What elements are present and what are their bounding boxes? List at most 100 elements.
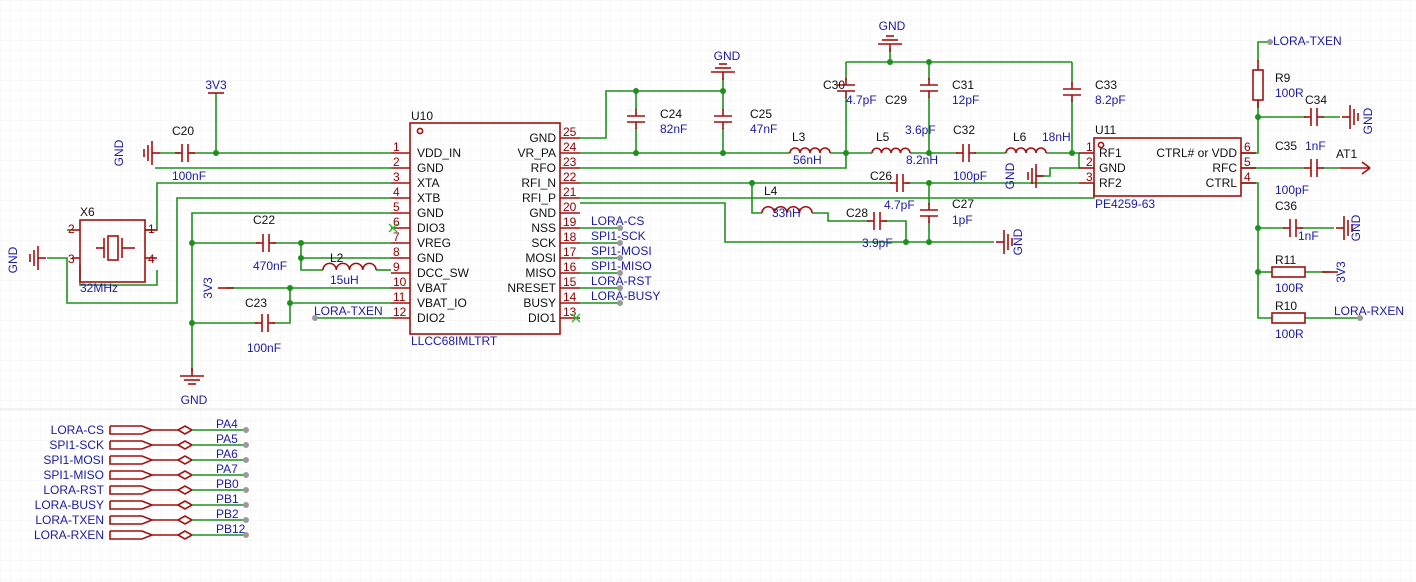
pin-name: NSS xyxy=(531,221,556,235)
pin-name: SCK xyxy=(531,236,556,250)
pin-number: 1 xyxy=(393,140,400,154)
component-ref: C24 xyxy=(660,107,682,121)
component-ref: C28 xyxy=(846,206,868,220)
u10-ref: U10 xyxy=(411,109,433,123)
pin-number: 3 xyxy=(393,170,400,184)
vcc-label: 3V3 xyxy=(201,277,215,299)
pin-number: 5 xyxy=(393,200,400,214)
pin-name: RFO xyxy=(531,161,556,175)
net-endpoint xyxy=(243,442,249,448)
component-value: 100R xyxy=(1275,86,1304,100)
pin-number: 10 xyxy=(393,275,407,289)
net-endpoint xyxy=(243,502,249,508)
net-endpoint xyxy=(243,457,249,463)
u10-part: LLCC68IMLTRT xyxy=(411,334,498,348)
gnd-label: GND xyxy=(6,246,20,273)
component-value: 1pF xyxy=(952,213,973,227)
component-ref: C35 xyxy=(1275,139,1297,153)
pin-number: 5 xyxy=(1244,155,1251,169)
pin-number: 22 xyxy=(563,170,577,184)
pin-number: 4 xyxy=(393,185,400,199)
component-ref: C31 xyxy=(952,78,974,92)
pin-name: RF1 xyxy=(1099,146,1122,160)
x6-value: 32MHz xyxy=(80,281,118,295)
pin-name: RFI_P xyxy=(522,191,556,205)
svg-text:4: 4 xyxy=(148,252,155,266)
pin-name: GND xyxy=(417,251,444,265)
component-value: 33nH xyxy=(772,206,801,220)
component-ref: C29 xyxy=(885,93,907,107)
port-net-name: LORA-CS xyxy=(51,423,104,437)
component-value: 1nF xyxy=(1305,139,1326,153)
gnd-label: GND xyxy=(1003,162,1017,189)
pin-number: 18 xyxy=(563,230,577,244)
pin-name: VBAT xyxy=(417,281,448,295)
component-ref: C32 xyxy=(953,123,975,137)
port-pin-name: PB12 xyxy=(216,522,246,536)
gnd-label: GND xyxy=(112,139,126,166)
component-ref: L4 xyxy=(764,184,778,198)
pin-name: DIO3 xyxy=(417,221,445,235)
net-endpoint xyxy=(1267,39,1273,45)
component-value: 470nF xyxy=(253,259,287,273)
component-ref: L3 xyxy=(792,130,806,144)
component-ref: C27 xyxy=(952,197,974,211)
net-endpoint xyxy=(1357,315,1363,321)
pin-name: GND xyxy=(417,206,444,220)
pin-name: RFC xyxy=(1212,161,1237,175)
gnd-label: GND xyxy=(181,393,208,407)
port-net-name: LORA-RST xyxy=(43,483,104,497)
pin-number: 2 xyxy=(393,155,400,169)
component-value: 100pF xyxy=(953,169,987,183)
component-ref: AT1 xyxy=(1336,147,1357,161)
component-ref: L6 xyxy=(1013,130,1027,144)
net-endpoint xyxy=(243,472,249,478)
port-pin-name: PA4 xyxy=(216,417,238,431)
svg-text:3: 3 xyxy=(68,252,75,266)
pin-name: CTRL xyxy=(1206,176,1238,190)
svg-text:1: 1 xyxy=(148,222,155,236)
pin-number: 23 xyxy=(563,155,577,169)
component-ref: R11 xyxy=(1275,253,1296,267)
pin-name: MISO xyxy=(525,266,556,280)
pin-number: 12 xyxy=(393,305,407,319)
component-value: 100R xyxy=(1275,281,1304,295)
component-value: 3.6pF xyxy=(905,123,936,137)
net-label: LORA-TXEN xyxy=(314,304,383,318)
port-net-name: SPI1-MOSI xyxy=(43,453,104,467)
pin-name: MOSI xyxy=(525,251,556,265)
pin-number: 15 xyxy=(563,275,577,289)
port-pin-name: PB0 xyxy=(216,477,239,491)
pin-number: 25 xyxy=(563,125,577,139)
component-ref: R10 xyxy=(1275,299,1297,313)
pin-name: VR_PA xyxy=(518,146,556,160)
port-pin-name: PA5 xyxy=(216,432,238,446)
component-value: 82nF xyxy=(660,122,687,136)
pin-number: 8 xyxy=(393,245,400,259)
pin-name: GND xyxy=(529,206,556,220)
u11-part: PE4259-63 xyxy=(1095,197,1155,211)
pin-name: VREG xyxy=(417,236,451,250)
pin-number: 2 xyxy=(1086,155,1093,169)
pin-name: RF2 xyxy=(1099,176,1122,190)
pin-number: 17 xyxy=(563,245,577,259)
vcc-label: 3V3 xyxy=(1334,261,1348,283)
pin-number: 6 xyxy=(1244,140,1251,154)
pin-name: CTRL# or VDD xyxy=(1156,146,1237,160)
net-label: LORA-CS xyxy=(591,214,644,228)
component-ref: C33 xyxy=(1095,78,1117,92)
net-endpoint xyxy=(617,300,623,306)
port-pin-name: PB1 xyxy=(216,492,239,506)
component-ref: C23 xyxy=(245,296,267,310)
component-value: 100pF xyxy=(1275,183,1309,197)
pin-name: DIO1 xyxy=(528,311,556,325)
component-ref: C30 xyxy=(823,78,845,92)
pin-name: RFI_N xyxy=(521,176,556,190)
pin-name: GND xyxy=(529,131,556,145)
component-value: 100R xyxy=(1275,327,1304,341)
vcc-label: 3V3 xyxy=(205,78,227,92)
component-value: 56nH xyxy=(793,153,822,167)
port-pin-name: PB2 xyxy=(216,507,239,521)
component-ref: R9 xyxy=(1275,71,1291,85)
component-value: 12pF xyxy=(952,93,979,107)
